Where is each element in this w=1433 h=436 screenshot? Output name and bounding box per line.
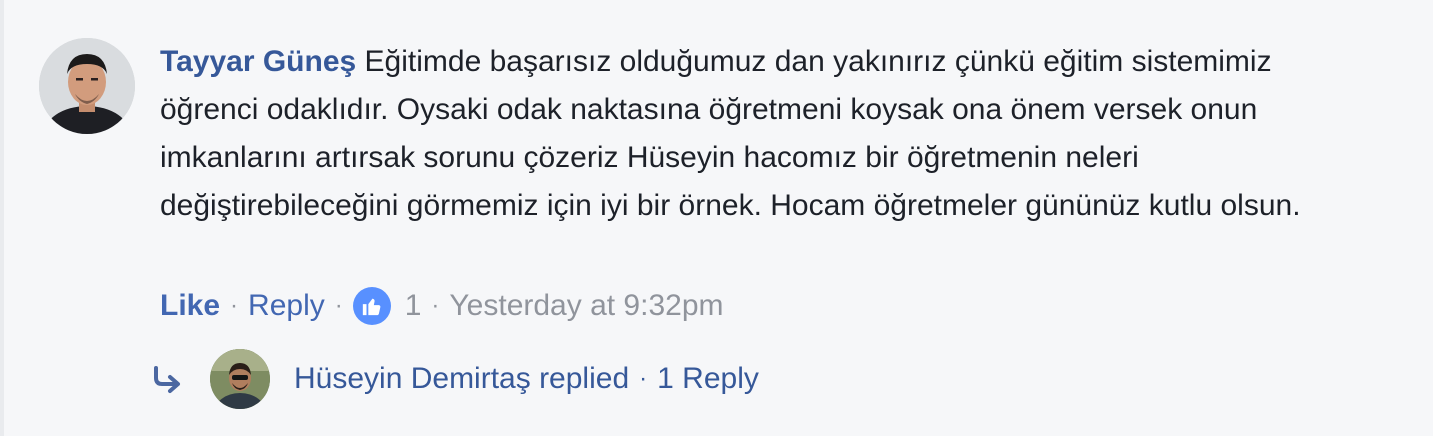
separator-dot: · — [431, 292, 440, 319]
comment-body: Tayyar Güneş Eğitimde başarısız olduğumu… — [160, 38, 1340, 230]
separator-dot: · — [230, 292, 239, 319]
reply-arrow-icon — [154, 366, 180, 393]
like-reaction-icon[interactable] — [352, 287, 391, 325]
thumbs-up-icon — [362, 298, 381, 316]
comment-author-link[interactable]: Tayyar Güneş — [160, 45, 356, 78]
replies-author-text[interactable]: Hüseyin Demirtaş replied — [294, 362, 629, 396]
comment-timestamp[interactable]: Yesterday at 9:32pm — [449, 289, 723, 323]
avatar-image — [39, 38, 135, 134]
separator-dot: · — [639, 365, 648, 392]
comment-actions: Like · Reply · 1 · Yesterday at 9:32pm — [160, 284, 724, 328]
author-avatar[interactable] — [39, 38, 135, 134]
avatar-image — [210, 349, 270, 409]
like-button[interactable]: Like — [160, 289, 220, 323]
separator-dot: · — [334, 292, 343, 319]
thread-border — [0, 0, 4, 436]
replies-summary[interactable]: Hüseyin Demirtaş replied · 1 Reply — [150, 348, 759, 410]
reply-button[interactable]: Reply — [248, 289, 325, 323]
replier-avatar[interactable] — [210, 349, 270, 409]
replies-count-link[interactable]: 1 Reply — [657, 362, 759, 396]
reaction-count[interactable]: 1 — [405, 289, 422, 323]
